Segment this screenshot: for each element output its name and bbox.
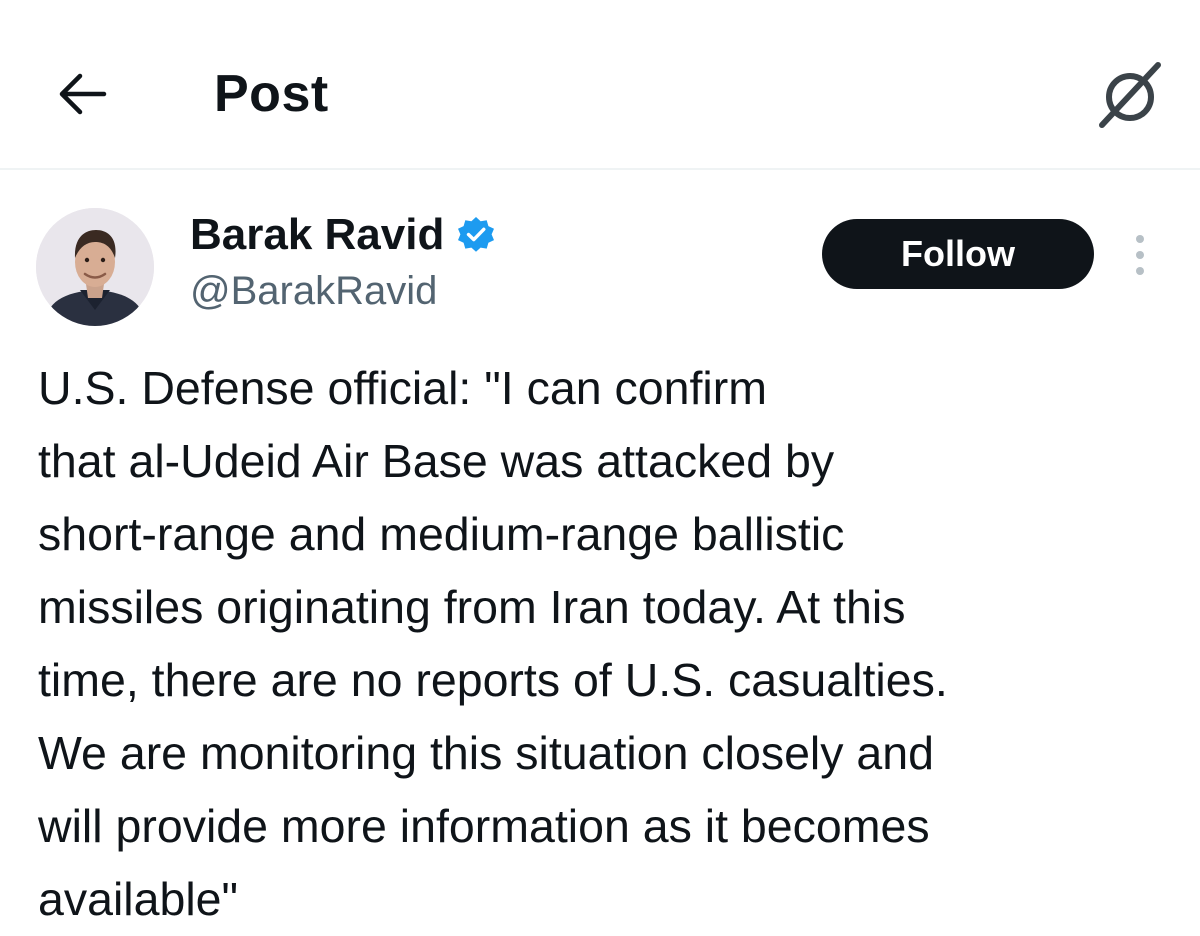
more-vertical-icon xyxy=(1136,251,1144,259)
page-title: Post xyxy=(214,65,329,123)
back-button[interactable] xyxy=(50,62,114,126)
grok-icon xyxy=(1099,62,1161,128)
post-text-line: that al-Udeid Air Base was attacked by xyxy=(38,435,835,487)
post-text-line: time, there are no reports of U.S. casua… xyxy=(38,654,948,706)
profile-photo xyxy=(36,208,154,326)
author-name[interactable]: Barak Ravid xyxy=(190,208,496,262)
post-text-line: will provide more information as it beco… xyxy=(38,800,930,852)
post-text-line: available" xyxy=(38,873,239,925)
more-vertical-icon xyxy=(1136,267,1144,275)
grok-button[interactable] xyxy=(1090,55,1170,135)
author-name-label: Barak Ravid xyxy=(190,210,445,259)
post-text-line: missiles originating from Iran today. At… xyxy=(38,581,906,633)
post-text-line: U.S. Defense official: "I can confirm xyxy=(38,362,767,414)
post-text-line: short-range and medium-range ballistic xyxy=(38,508,845,560)
follow-button[interactable]: Follow xyxy=(822,219,1094,289)
post-text: U.S. Defense official: "I can confirm th… xyxy=(38,352,1178,936)
arrow-left-icon xyxy=(59,73,107,115)
author-handle[interactable]: @BarakRavid xyxy=(190,266,437,316)
top-bar: Post xyxy=(0,0,1200,170)
more-vertical-icon xyxy=(1136,235,1144,243)
avatar[interactable] xyxy=(36,208,154,326)
more-options-button[interactable] xyxy=(1120,230,1160,280)
verified-badge-icon xyxy=(456,215,496,255)
post-text-line: We are monitoring this situation closely… xyxy=(38,727,935,779)
